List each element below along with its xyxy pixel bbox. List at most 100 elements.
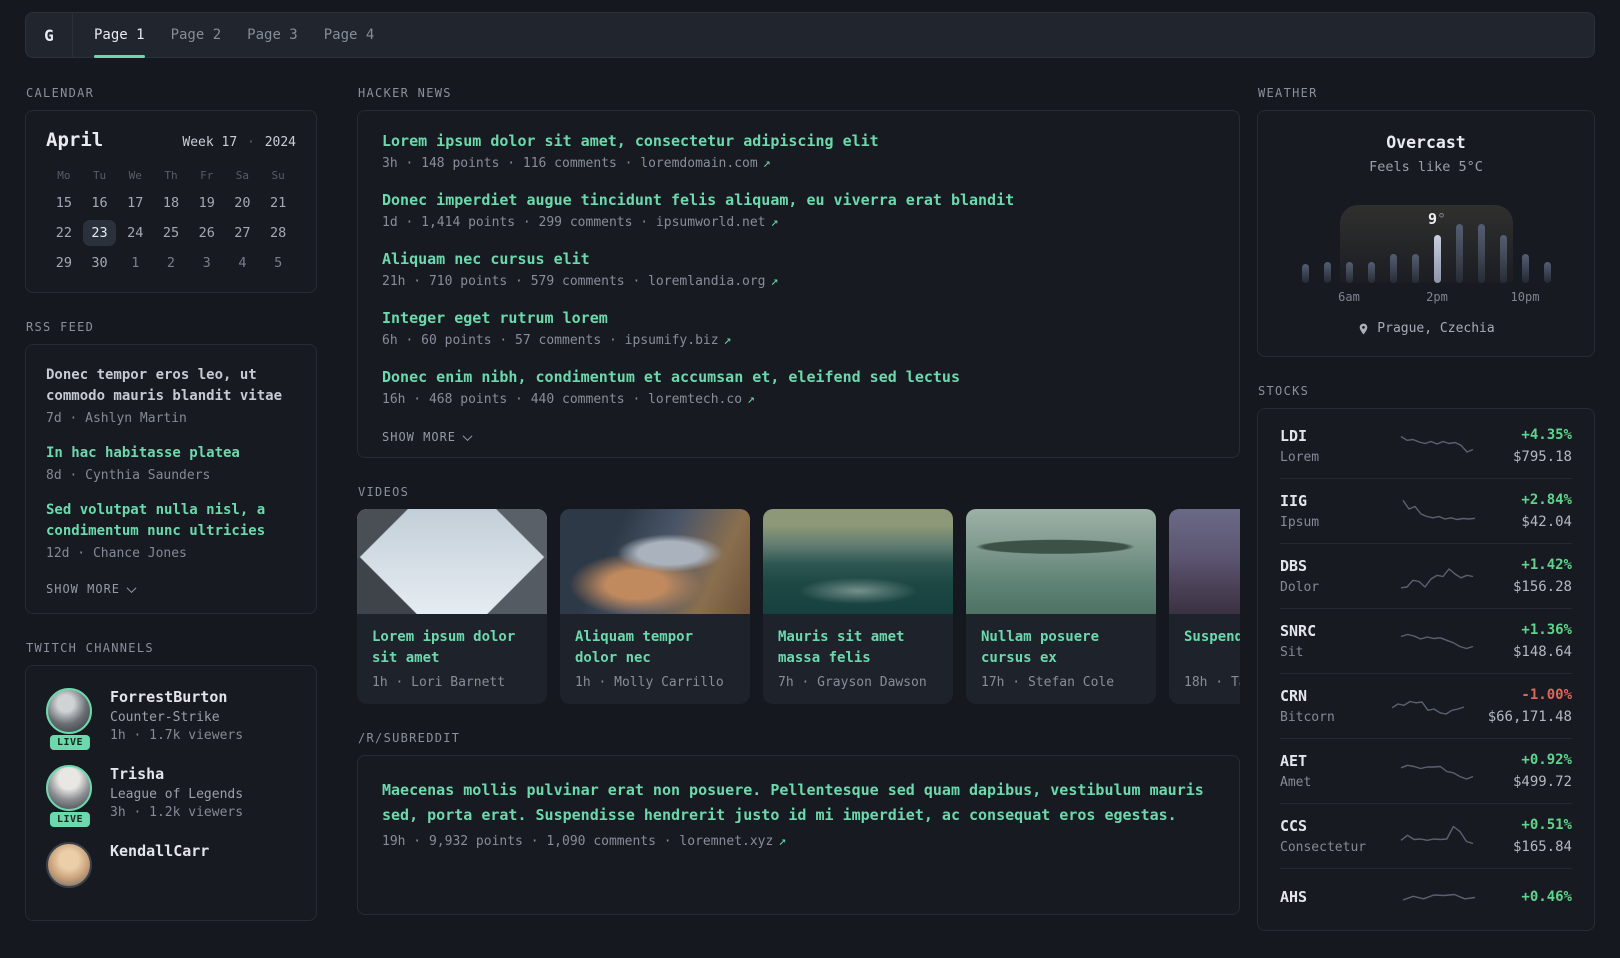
tab-page-1[interactable]: Page 1 <box>94 13 145 58</box>
rss-item-title[interactable]: In hac habitasse platea <box>46 443 296 464</box>
hackernews-item-title[interactable]: Donec enim nibh, condimentum et accumsan… <box>382 367 1215 387</box>
twitch-avatar-wrap: LIVE <box>46 688 94 750</box>
calendar-day-name: Tu <box>92 169 107 182</box>
video-thumbnail-pillars <box>357 509 547 614</box>
video-thumbnail-sea <box>763 509 953 614</box>
weather-location: Prague, Czechia <box>1377 321 1495 336</box>
video-title[interactable]: Nullam posuere cursus ex <box>981 627 1141 669</box>
hackernews-item-title[interactable]: Integer eget rutrum lorem <box>382 308 1215 328</box>
rss-show-more-button[interactable]: SHOW MORE <box>46 582 137 596</box>
stock-symbol: AET <box>1280 752 1308 770</box>
video-card[interactable]: Mauris sit amet massa felis 7h · Grayson … <box>763 509 953 704</box>
tab-page-4[interactable]: Page 4 <box>324 13 375 57</box>
stock-change: +0.92% <box>1521 752 1572 768</box>
calendar-day: 21 <box>270 195 287 211</box>
stock-row-crn: CRN Bitcorn -1.00% $66,171.48 <box>1280 673 1572 738</box>
weather-bar <box>1367 262 1375 283</box>
hackernews-item: Donec imperdiet augue tincidunt felis al… <box>382 190 1215 230</box>
video-card[interactable]: Suspendisse diam 18h · Tara <box>1169 509 1240 704</box>
weather-bar <box>1499 235 1507 283</box>
calendar-day: 29 <box>55 255 72 271</box>
hackernews-item-title[interactable]: Aliquam nec cursus elit <box>382 249 1215 269</box>
twitch-channel-name[interactable]: ForrestBurton <box>110 688 243 706</box>
calendar-week-year: Week 17 · 2024 <box>182 135 296 150</box>
video-card-body: Nullam posuere cursus ex 17h · Stefan Col… <box>966 614 1156 704</box>
external-link-icon[interactable]: ↗ <box>747 392 755 407</box>
stock-values: +1.36% $148.64 <box>1513 622 1572 660</box>
twitch-channel-name[interactable]: KendallCarr <box>110 842 209 860</box>
external-link-icon[interactable]: ↗ <box>724 333 732 348</box>
calendar-day-name: Fr <box>200 169 214 182</box>
external-link-icon[interactable]: ↗ <box>763 156 771 171</box>
hackernews-item-title[interactable]: Donec imperdiet augue tincidunt felis al… <box>382 190 1215 210</box>
video-title[interactable]: Suspendisse diam <box>1184 627 1240 669</box>
weather-bar <box>1411 254 1419 283</box>
video-card[interactable]: Aliquam tempor dolor nec pharetra… 1h · M… <box>560 509 750 704</box>
videos-widget: VIDEOS Lorem ipsum dolor sit amet consec… <box>357 485 1240 704</box>
stock-row-ahs: AHS +0.46% <box>1280 868 1572 925</box>
video-card[interactable]: Nullam posuere cursus ex 17h · Stefan Col… <box>966 509 1156 704</box>
weather-location-row: Prague, Czechia <box>1278 321 1574 336</box>
stock-price: $795.18 <box>1512 449 1572 465</box>
rss-section-label: RSS FEED <box>26 320 95 334</box>
hackernews-show-more-button[interactable]: SHOW MORE <box>382 430 473 444</box>
logo[interactable]: G <box>26 13 73 57</box>
stock-sparkline <box>1403 893 1476 901</box>
calendar-widget: CALENDAR April Week 17 · 2024 Mo Tu We Th Fr… <box>25 86 317 293</box>
stock-values: +0.92% $499.72 <box>1513 752 1572 790</box>
twitch-channel[interactable]: LIVE Trisha League of Legends 3h · 1.2k vie… <box>46 765 296 827</box>
separator-dot: · <box>247 135 255 150</box>
stock-name: Amet <box>1280 775 1312 790</box>
external-link-icon[interactable]: ↗ <box>771 215 779 230</box>
rss-item: Donec tempor eros leo, ut commodo mauris… <box>46 365 296 426</box>
rss-item-title[interactable]: Donec tempor eros leo, ut commodo mauris… <box>46 365 296 407</box>
calendar-day: 27 <box>234 225 251 241</box>
tab-page-3[interactable]: Page 3 <box>247 13 298 57</box>
external-link-icon[interactable]: ↗ <box>778 834 786 849</box>
weather-bar <box>1345 262 1353 283</box>
stock-info: IIG Ipsum <box>1280 492 1380 530</box>
external-link-icon[interactable]: ↗ <box>771 274 779 289</box>
stock-sparkline <box>1400 435 1473 453</box>
twitch-widget: TWITCH CHANNELS LIVE ForrestBurton Counter… <box>25 641 317 921</box>
avatar <box>46 688 92 734</box>
hackernews-item-title[interactable]: Lorem ipsum dolor sit amet, consectetur … <box>382 131 1215 151</box>
stocks-card: LDI Lorem +4.35% $795.18 IIG Ipsum +2.84% $42.0… <box>1257 408 1595 931</box>
calendar-day: 3 <box>202 255 211 271</box>
twitch-channel[interactable]: KendallCarr <box>46 842 296 888</box>
chevron-down-icon <box>126 582 137 593</box>
twitch-channel-name[interactable]: Trisha <box>110 765 243 783</box>
calendar-day: 16 <box>91 195 108 211</box>
stock-row-iig: IIG Ipsum +2.84% $42.04 <box>1280 478 1572 543</box>
calendar-day: 5 <box>274 255 283 271</box>
video-title[interactable]: Aliquam tempor dolor nec pharetra… <box>575 627 735 669</box>
current-temperature-label: 9° <box>1428 210 1446 228</box>
tab-page-2[interactable]: Page 2 <box>171 13 222 57</box>
calendar-day-name: Th <box>164 169 178 182</box>
hackernews-item-meta: 6h · 60 points · 57 comments · ipsumify.… <box>382 333 732 348</box>
stock-values: +4.35% $795.18 <box>1513 427 1572 465</box>
rss-item-title[interactable]: Sed volutpat nulla nisl, a condimentum n… <box>46 500 296 542</box>
video-thumbnail-camera <box>560 509 750 614</box>
twitch-channel-info: Trisha League of Legends 3h · 1.2k viewers <box>110 765 243 820</box>
video-thumbnail-mist <box>1169 509 1240 614</box>
hackernews-item-meta: 16h · 468 points · 440 comments · loremt… <box>382 392 755 407</box>
live-badge: LIVE <box>49 812 91 827</box>
subreddit-post-title[interactable]: Maecenas mollis pulvinar erat non posuer… <box>382 778 1215 828</box>
rss-item: Sed volutpat nulla nisl, a condimentum n… <box>46 500 296 561</box>
stock-symbol: SNRC <box>1280 622 1317 640</box>
subreddit-widget: /R/SUBREDDIT Maecenas mollis pulvinar er… <box>357 731 1240 915</box>
rss-item-meta: 12d · Chance Jones <box>46 546 187 561</box>
video-card-body: Lorem ipsum dolor sit amet consectetu… 1h… <box>357 614 547 704</box>
stock-change: +2.84% <box>1521 492 1572 508</box>
video-card[interactable]: Lorem ipsum dolor sit amet consectetu… 1h… <box>357 509 547 704</box>
stock-sparkline <box>1400 825 1473 845</box>
weather-time-labels: 6am 2pm 10pm <box>1302 290 1551 305</box>
twitch-channel[interactable]: LIVE ForrestBurton Counter-Strike 1h · 1.7k… <box>46 688 296 750</box>
hackernews-item-meta: 3h · 148 points · 116 comments · loremdo… <box>382 156 771 171</box>
video-title[interactable]: Lorem ipsum dolor sit amet consectetu… <box>372 627 532 669</box>
video-meta: 1h · Molly Carrillo <box>575 675 724 690</box>
video-title[interactable]: Mauris sit amet massa felis <box>778 627 938 669</box>
calendar-month: April <box>46 129 104 151</box>
stock-sparkline <box>1402 499 1476 521</box>
